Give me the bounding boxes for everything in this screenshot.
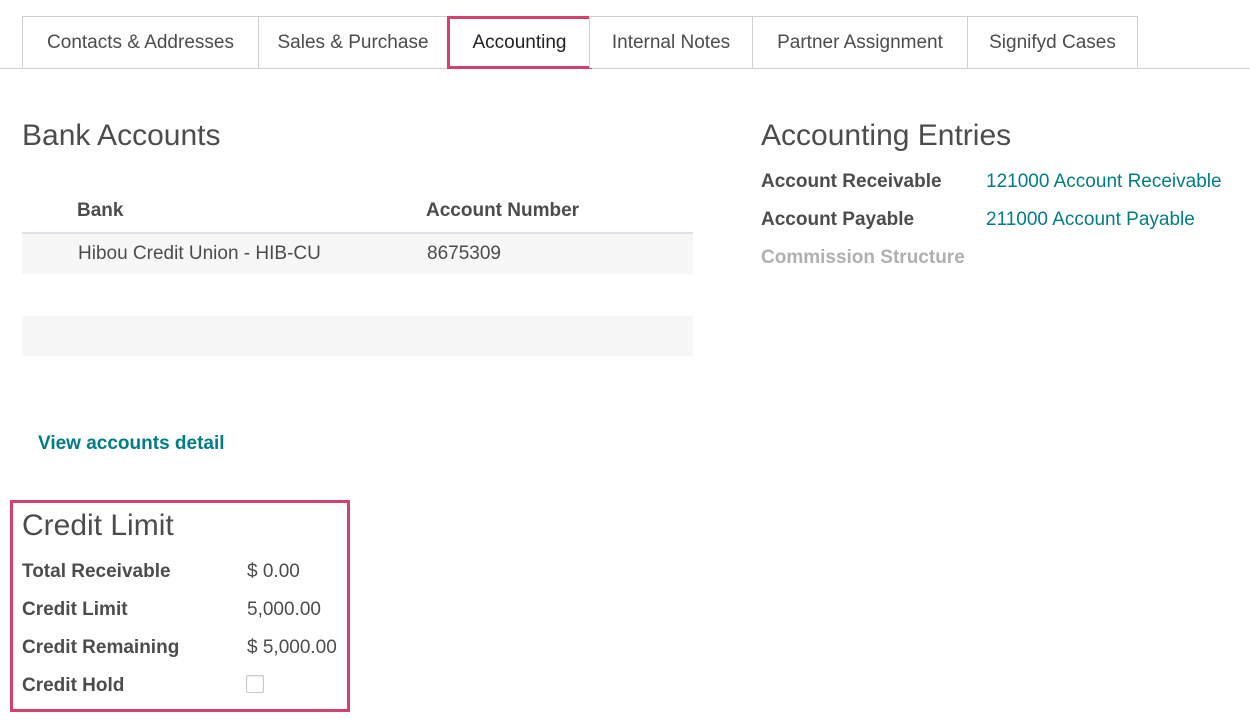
bank-accounts-title: Bank Accounts [22, 119, 221, 152]
tab-partner-assignment[interactable]: Partner Assignment [752, 16, 968, 68]
account-payable-value[interactable]: 211000 Account Payable [986, 209, 1195, 231]
table-empty-row [22, 316, 693, 356]
credit-limit-value[interactable]: 5,000.00 [247, 599, 321, 621]
tab-signifyd-cases[interactable]: Signifyd Cases [967, 16, 1138, 68]
tab-contacts-addresses[interactable]: Contacts & Addresses [22, 16, 259, 68]
bank-name-cell: Hibou Credit Union - HIB-CU [78, 243, 321, 264]
account-number-cell: 8675309 [427, 243, 501, 264]
credit-remaining-value: $ 5,000.00 [247, 637, 337, 658]
account-receivable-value[interactable]: 121000 Account Receivable [986, 171, 1222, 193]
account-receivable-label: Account Receivable [761, 171, 942, 192]
notebook-tabs: Contacts & Addresses Sales & Purchase Ac… [0, 16, 1250, 69]
column-header-bank[interactable]: Bank [77, 200, 123, 222]
bank-accounts-table: Bank Account Number Hibou Credit Union -… [22, 190, 693, 274]
account-payable-label: Account Payable [761, 209, 915, 230]
credit-remaining-label: Credit Remaining [22, 637, 180, 658]
credit-limit-title: Credit Limit [22, 509, 174, 542]
credit-limit-label: Credit Limit [22, 599, 128, 620]
credit-hold-checkbox[interactable] [246, 675, 264, 693]
credit-hold-label: Credit Hold [22, 675, 125, 696]
commission-structure-label: Commission Structure [761, 247, 965, 268]
total-receivable-label: Total Receivable [22, 561, 171, 582]
tab-accounting[interactable]: Accounting [447, 16, 592, 69]
table-header: Bank Account Number [22, 190, 693, 234]
view-accounts-detail-link[interactable]: View accounts detail [38, 433, 225, 455]
accounting-entries-title: Accounting Entries [761, 119, 1012, 152]
total-receivable-value: $ 0.00 [247, 561, 300, 582]
tab-internal-notes[interactable]: Internal Notes [589, 16, 753, 68]
column-header-account-number[interactable]: Account Number [426, 200, 579, 222]
table-row[interactable]: Hibou Credit Union - HIB-CU 8675309 [22, 234, 693, 274]
tab-sales-purchase[interactable]: Sales & Purchase [258, 16, 448, 68]
